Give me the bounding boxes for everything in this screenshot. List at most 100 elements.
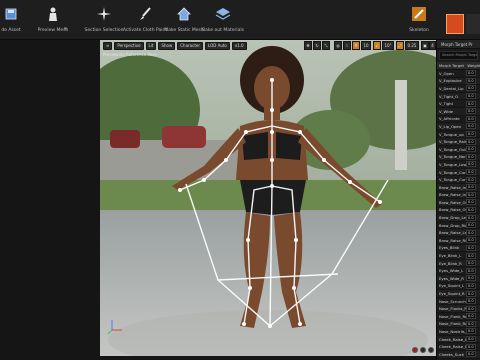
viewport-menu-button[interactable]: ≡ [103, 41, 113, 50]
show-button[interactable]: Show [158, 41, 176, 50]
morph-target-weight-input[interactable]: 0.0 [466, 267, 476, 274]
morph-target-row[interactable]: Brow_Raise_Inner_R0.0 [437, 191, 480, 200]
morph-target-weight-input[interactable]: 0.0 [466, 77, 476, 84]
morph-target-row[interactable]: V_Tongue_Curl-U0.0 [437, 168, 480, 177]
morph-target-weight-input[interactable]: 0.0 [466, 214, 476, 221]
activate-cloth-paint-button[interactable]: Activate Cloth Paint [123, 2, 167, 38]
morph-target-row[interactable]: Eyes_Blink 0.0 [437, 244, 480, 253]
morph-target-tab[interactable]: Morph Target Pr [437, 40, 480, 49]
morph-target-search-input[interactable]: Search Morph Target [439, 51, 478, 60]
morph-target-row[interactable]: V_Tongue_up 0.0 [437, 131, 480, 139]
morph-target-weight-input[interactable]: 0.0 [466, 161, 476, 168]
morph-target-weight-input[interactable]: 0.0 [466, 206, 476, 213]
morph-target-weight-input[interactable]: 0.0 [466, 328, 476, 335]
morph-target-weight-input[interactable]: 0.0 [466, 237, 476, 244]
morph-target-weight-input[interactable]: 0.0 [466, 313, 476, 320]
morph-target-row[interactable]: V_Open 0.0 [437, 70, 480, 78]
morph-target-row[interactable]: V_Tongue_Raise0.0 [437, 138, 480, 146]
record-icon[interactable] [412, 347, 418, 353]
morph-target-row[interactable]: Nose_Nostrils_Flare0.0 [437, 328, 480, 336]
column-header-name[interactable]: Morph Target Name [437, 63, 465, 68]
morph-target-row[interactable]: Brow_Raise_Outer_R0.0 [437, 206, 480, 215]
morph-target-row[interactable]: Cheek_Raise_L 0.0 [437, 335, 480, 344]
morph-target-weight-input[interactable]: 0.0 [466, 176, 476, 183]
morph-target-weight-input[interactable]: 0.0 [466, 260, 476, 267]
morph-target-weight-input[interactable]: 0.0 [466, 222, 476, 229]
morph-target-weight-input[interactable]: 0.0 [466, 146, 476, 153]
morph-target-row[interactable]: V_Tight_O 0.0 [437, 92, 480, 101]
pause-icon[interactable] [420, 347, 426, 353]
lit-button[interactable]: Lit [145, 41, 157, 50]
morph-target-row[interactable]: V_Dental_Lip 0.0 [437, 85, 480, 93]
morph-target-weight-input[interactable]: 0.0 [466, 191, 476, 198]
morph-target-row[interactable]: V_Wide 0.0 [437, 107, 480, 116]
morph-target-row[interactable]: V_Explosive 0.0 [437, 77, 480, 86]
morph-target-row[interactable]: V_Tight 0.0 [437, 100, 480, 108]
morph-target-weight-input[interactable]: 0.0 [466, 336, 476, 343]
morph-target-row[interactable]: V_Tongue_Curl-D0.0 [437, 176, 480, 184]
morph-target-row[interactable]: Eye_Blink_R 0.0 [437, 259, 480, 268]
morph-target-weight-input[interactable]: 0.0 [466, 131, 476, 138]
morph-target-weight-input[interactable]: 0.0 [466, 85, 476, 92]
skeleton-mode-button[interactable]: Skeleton [408, 2, 430, 38]
morph-target-row[interactable]: Nose_Flank_Raise_R0.0 [437, 320, 480, 329]
morph-target-row[interactable]: Brow_Raise_Right0.0 [437, 237, 480, 245]
morph-target-row[interactable]: Eyes_Wide_L 0.0 [437, 267, 480, 276]
morph-target-row[interactable]: V_Affricate 0.0 [437, 115, 480, 124]
morph-target-row[interactable]: Nose_Scrunch 0.0 [437, 298, 480, 306]
morph-target-weight-input[interactable]: 0.0 [466, 343, 476, 350]
morph-target-row[interactable]: Brow_Drop_Right0.0 [437, 222, 480, 230]
morph-target-weight-input[interactable]: 0.0 [466, 199, 476, 206]
playback-speed-button[interactable]: x1.0 [231, 41, 247, 50]
perspective-button[interactable]: Perspective [114, 41, 144, 50]
morph-target-weight-input[interactable]: 0.0 [466, 70, 476, 77]
morph-target-weight-input[interactable]: 0.0 [466, 305, 476, 312]
morph-target-weight-input[interactable]: 0.0 [466, 275, 476, 282]
dropdown-arrow-icon[interactable]: ▾ [64, 26, 67, 32]
morph-target-row[interactable]: V_Tongue_Out 0.0 [437, 146, 480, 154]
play-icon[interactable] [428, 347, 434, 353]
bake-out-materials-button[interactable]: Bake out Materials [202, 2, 244, 38]
morph-target-weight-input[interactable]: 0.0 [466, 115, 476, 122]
morph-target-weight-input[interactable]: 0.0 [466, 320, 476, 327]
morph-target-weight-input[interactable]: 0.0 [466, 169, 476, 176]
morph-target-row[interactable]: Nose_Flank_Raise_L0.0 [437, 313, 480, 321]
morph-target-weight-input[interactable]: 0.0 [466, 244, 476, 251]
morph-target-row[interactable]: Brow_Drop_Left 0.0 [437, 214, 480, 222]
morph-target-row[interactable]: Brow_Raise_Outer_L0.0 [437, 199, 480, 207]
mesh-mode-icon[interactable] [446, 14, 464, 34]
morph-target-weight-input[interactable]: 0.0 [466, 93, 476, 100]
morph-target-weight-input[interactable]: 0.0 [466, 184, 476, 191]
morph-target-row[interactable]: Cheek_Raise_R 0.0 [437, 343, 480, 351]
make-static-mesh-button[interactable]: Make Static Mesh [164, 2, 204, 38]
viewport[interactable]: ≡ Perspective Lit Show Character LOD Aut… [100, 40, 436, 356]
morph-target-row[interactable]: Brow_Raise_Inner_L0.0 [437, 183, 480, 192]
morph-target-row[interactable]: V_Lip_Open 0.0 [437, 123, 480, 131]
preview-mesh-button[interactable]: Preview Mesh [30, 2, 76, 38]
lod-button[interactable]: LOD Auto [205, 41, 230, 50]
animation-mode-icon[interactable] [466, 14, 480, 34]
morph-target-weight-input[interactable]: 0.0 [466, 290, 476, 297]
morph-target-row[interactable]: V_Tongue_Lower0.0 [437, 161, 480, 169]
morph-target-row[interactable]: Nose_Flanks_Raise0.0 [437, 305, 480, 313]
morph-target-weight-input[interactable]: 0.0 [466, 153, 476, 160]
morph-target-weight-input[interactable]: 0.0 [466, 351, 476, 358]
morph-target-row[interactable]: Eye_Squint_L 0.0 [437, 282, 480, 291]
column-header-weight[interactable]: Weight [465, 63, 480, 68]
morph-target-row[interactable]: Brow_Raise_Left0.0 [437, 229, 480, 238]
character-button[interactable]: Character [177, 41, 203, 50]
morph-target-weight-input[interactable]: 0.0 [466, 282, 476, 289]
morph-target-weight-input[interactable]: 0.0 [466, 229, 476, 236]
morph-target-weight-input[interactable]: 0.0 [466, 298, 476, 305]
morph-target-row[interactable]: Cheeks_Suck 0.0 [437, 350, 480, 359]
morph-target-weight-input[interactable]: 0.0 [466, 123, 476, 130]
morph-target-weight-input[interactable]: 0.0 [466, 252, 476, 259]
morph-target-row[interactable]: Eyes_Wide_R 0.0 [437, 275, 480, 283]
morph-target-row[interactable]: Eye_Blink_L 0.0 [437, 252, 480, 260]
section-selection-button[interactable]: Section Selection [84, 2, 124, 38]
morph-target-row[interactable]: V_Tongue_Narrow0.0 [437, 153, 480, 162]
morph-target-row[interactable]: Eye_Squint_R 0.0 [437, 290, 480, 298]
morph-target-weight-input[interactable]: 0.0 [466, 100, 476, 107]
morph-target-weight-input[interactable]: 0.0 [466, 138, 476, 145]
save-asset-button[interactable]: de Asset [0, 2, 22, 38]
